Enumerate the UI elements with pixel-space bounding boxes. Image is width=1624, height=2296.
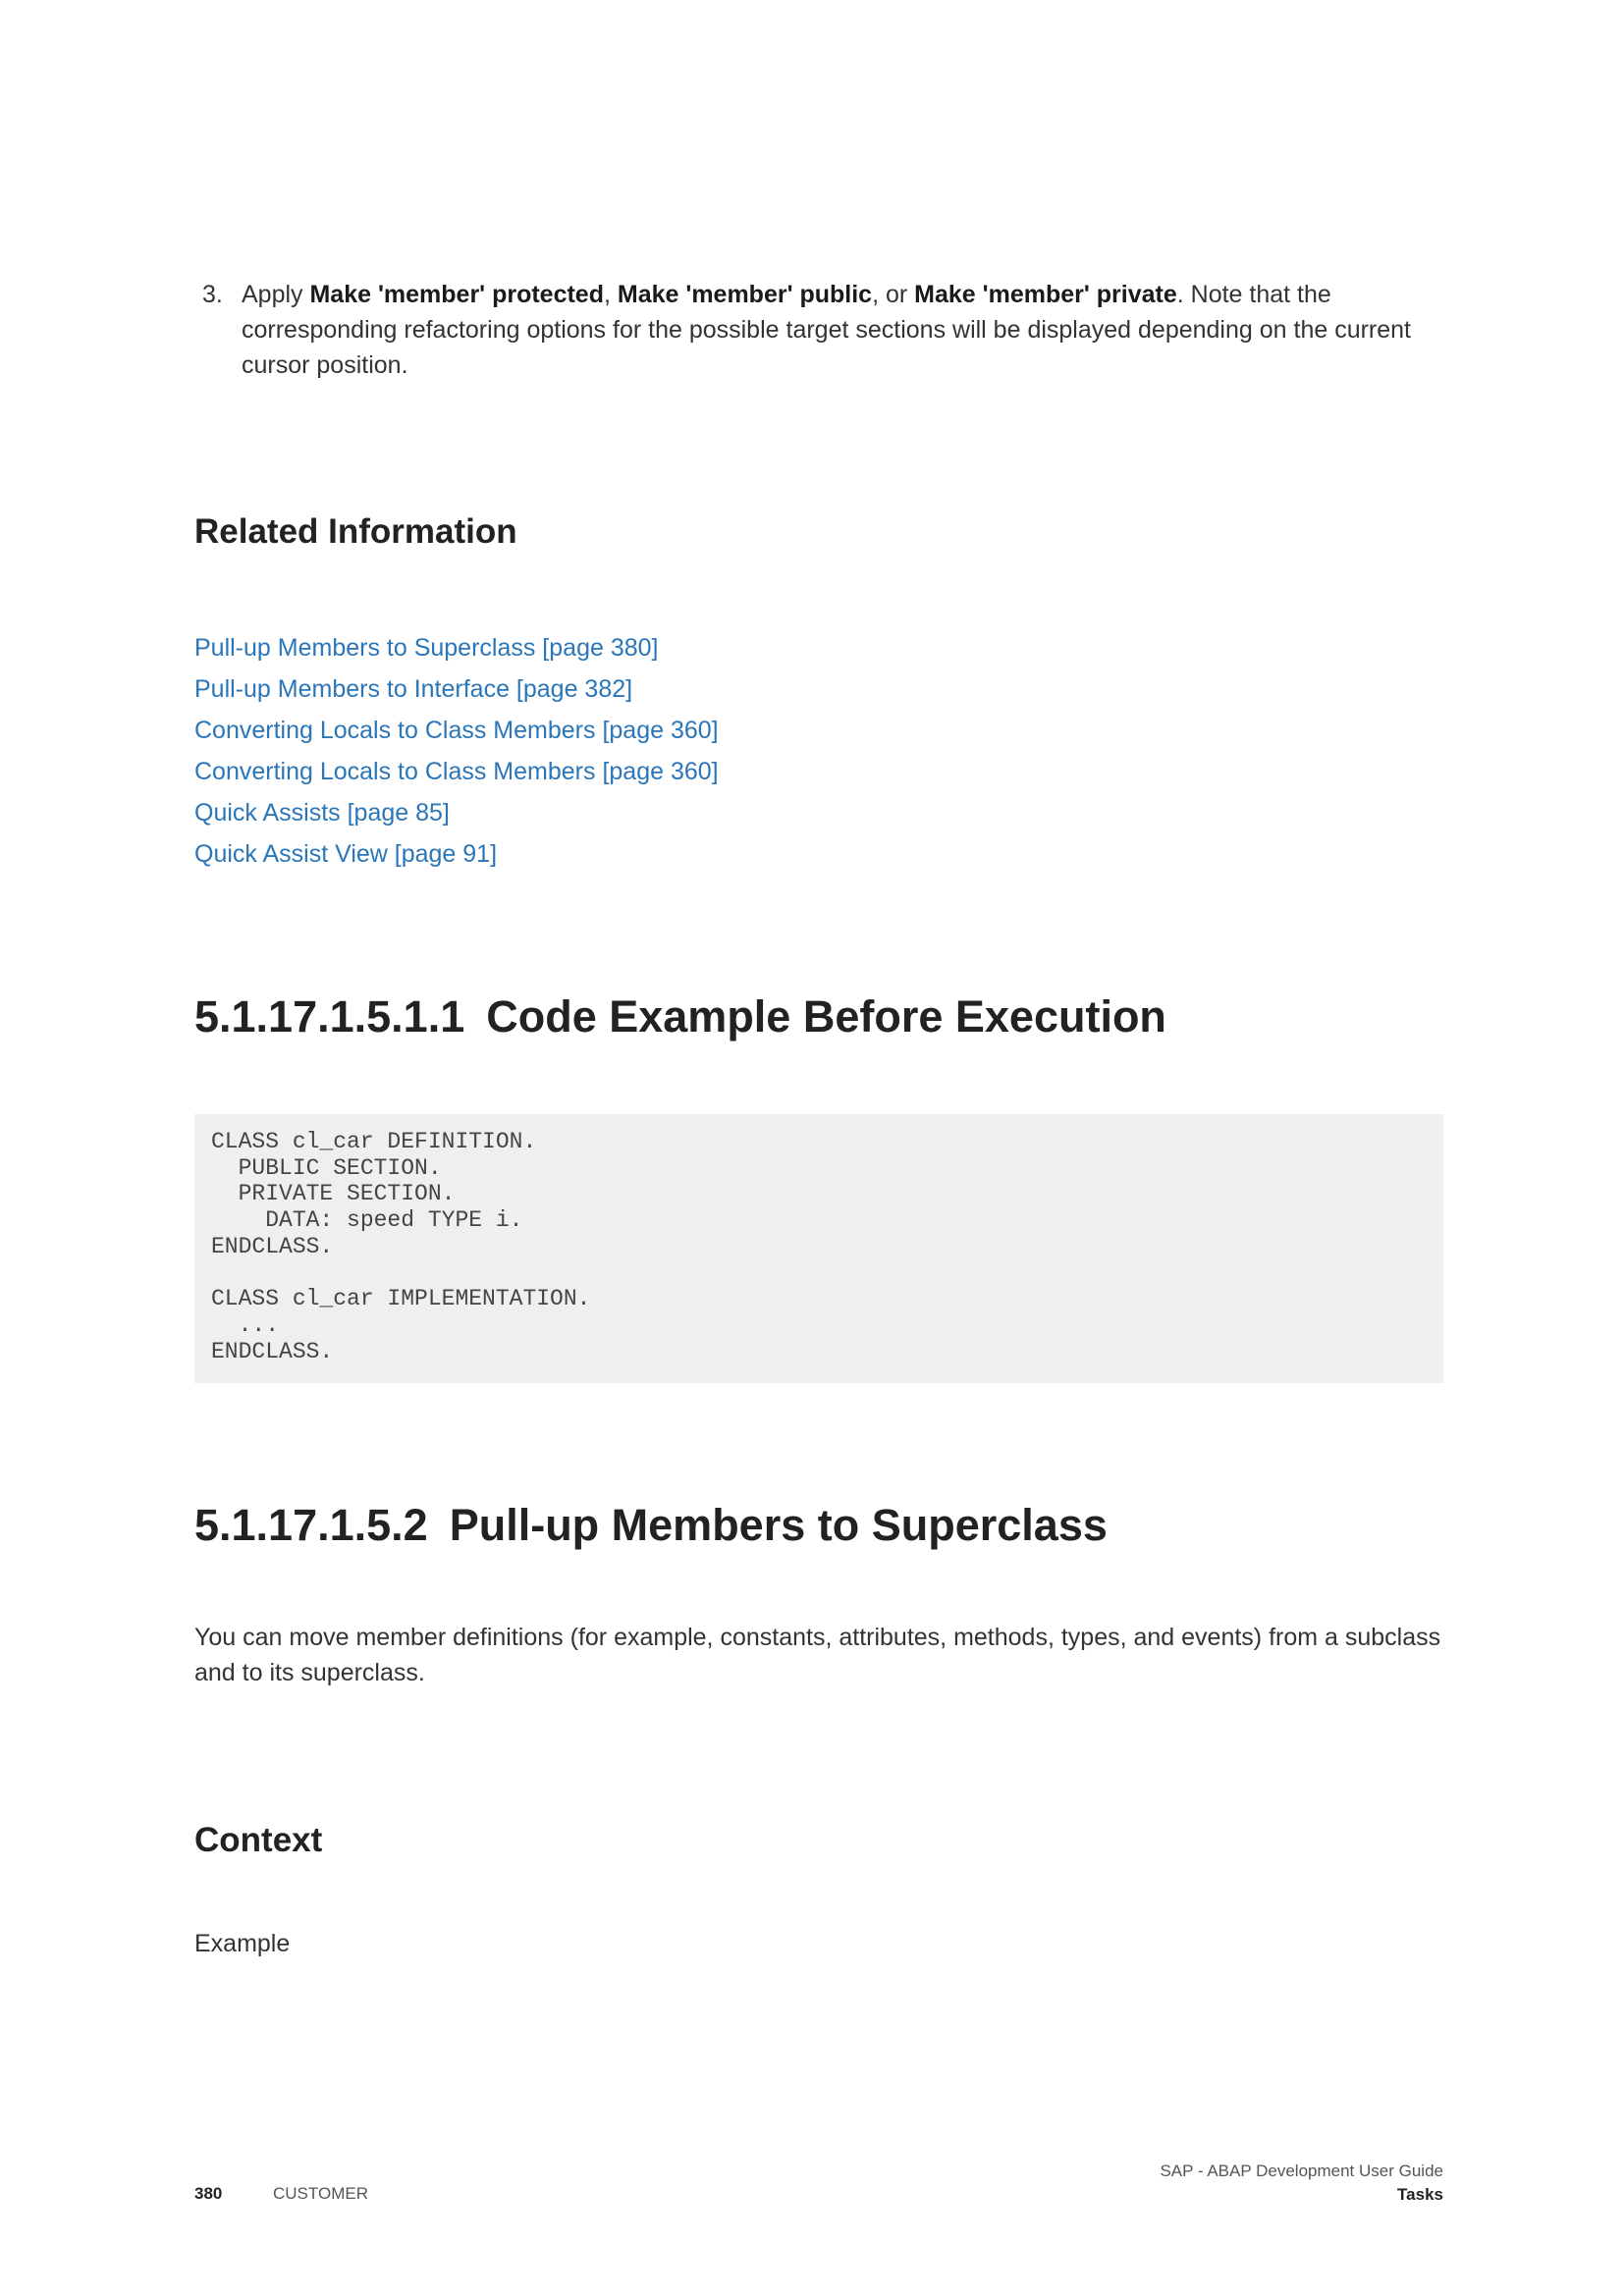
related-link-item: Quick Assist View [page 91]: [194, 836, 719, 878]
context-heading: Context: [194, 1821, 323, 1859]
step-sep-1: ,: [603, 281, 618, 308]
section-heading-code-example: 5.1.17.1.5.1.1 Code Example Before Execut…: [194, 991, 1166, 1042]
footer-page-number: 380: [194, 2184, 223, 2203]
step-number: 3.: [202, 281, 223, 308]
section-intro-paragraph: You can move member definitions (for exa…: [194, 1624, 1441, 1686]
step-text: Apply Make 'member' protected, Make 'mem…: [242, 277, 1451, 383]
step-sep-2: , or: [872, 281, 915, 308]
footer-classification: CUSTOMER: [273, 2184, 368, 2203]
related-link-item: Converting Locals to Class Members [page…: [194, 754, 719, 795]
example-label: Example: [194, 1930, 291, 1957]
related-link-item: Pull-up Members to Interface [page 382]: [194, 671, 719, 713]
procedure-step: 3. Apply Make 'member' protected, Make '…: [194, 277, 1451, 383]
option-private: Make 'member' private: [914, 281, 1177, 308]
link-quick-assist-view[interactable]: Quick Assist View [page 91]: [194, 840, 497, 868]
related-link-item: Converting Locals to Class Members [page…: [194, 713, 719, 754]
document-page: 3. Apply Make 'member' protected, Make '…: [0, 0, 1624, 2296]
section-number: 5.1.17.1.5.2: [194, 1500, 428, 1550]
option-public: Make 'member' public: [617, 281, 873, 308]
code-block: CLASS cl_car DEFINITION. PUBLIC SECTION.…: [194, 1114, 1443, 1383]
footer-section-name: Tasks: [1397, 2185, 1443, 2204]
link-quick-assists[interactable]: Quick Assists [page 85]: [194, 799, 450, 827]
section-number: 5.1.17.1.5.1.1: [194, 991, 465, 1041]
link-converting-locals-1[interactable]: Converting Locals to Class Members [page…: [194, 717, 719, 744]
related-link-item: Pull-up Members to Superclass [page 380]: [194, 630, 719, 671]
section-title: Code Example Before Execution: [486, 991, 1166, 1041]
related-link-item: Quick Assists [page 85]: [194, 795, 719, 836]
step-text-before: Apply: [242, 281, 310, 308]
link-pull-up-interface[interactable]: Pull-up Members to Interface [page 382]: [194, 675, 632, 703]
link-converting-locals-2[interactable]: Converting Locals to Class Members [page…: [194, 758, 719, 785]
option-protected: Make 'member' protected: [309, 281, 604, 308]
related-links-list: Pull-up Members to Superclass [page 380]…: [194, 630, 719, 878]
footer-doc-title: SAP - ABAP Development User Guide: [1160, 2162, 1443, 2180]
related-information-heading: Related Information: [194, 512, 517, 551]
footer-document-info: SAP - ABAP Development User Guide Tasks: [1160, 2160, 1443, 2207]
link-pull-up-superclass[interactable]: Pull-up Members to Superclass [page 380]: [194, 634, 658, 662]
section-heading-pull-up: 5.1.17.1.5.2 Pull-up Members to Superclas…: [194, 1500, 1108, 1551]
section-title: Pull-up Members to Superclass: [449, 1500, 1108, 1550]
